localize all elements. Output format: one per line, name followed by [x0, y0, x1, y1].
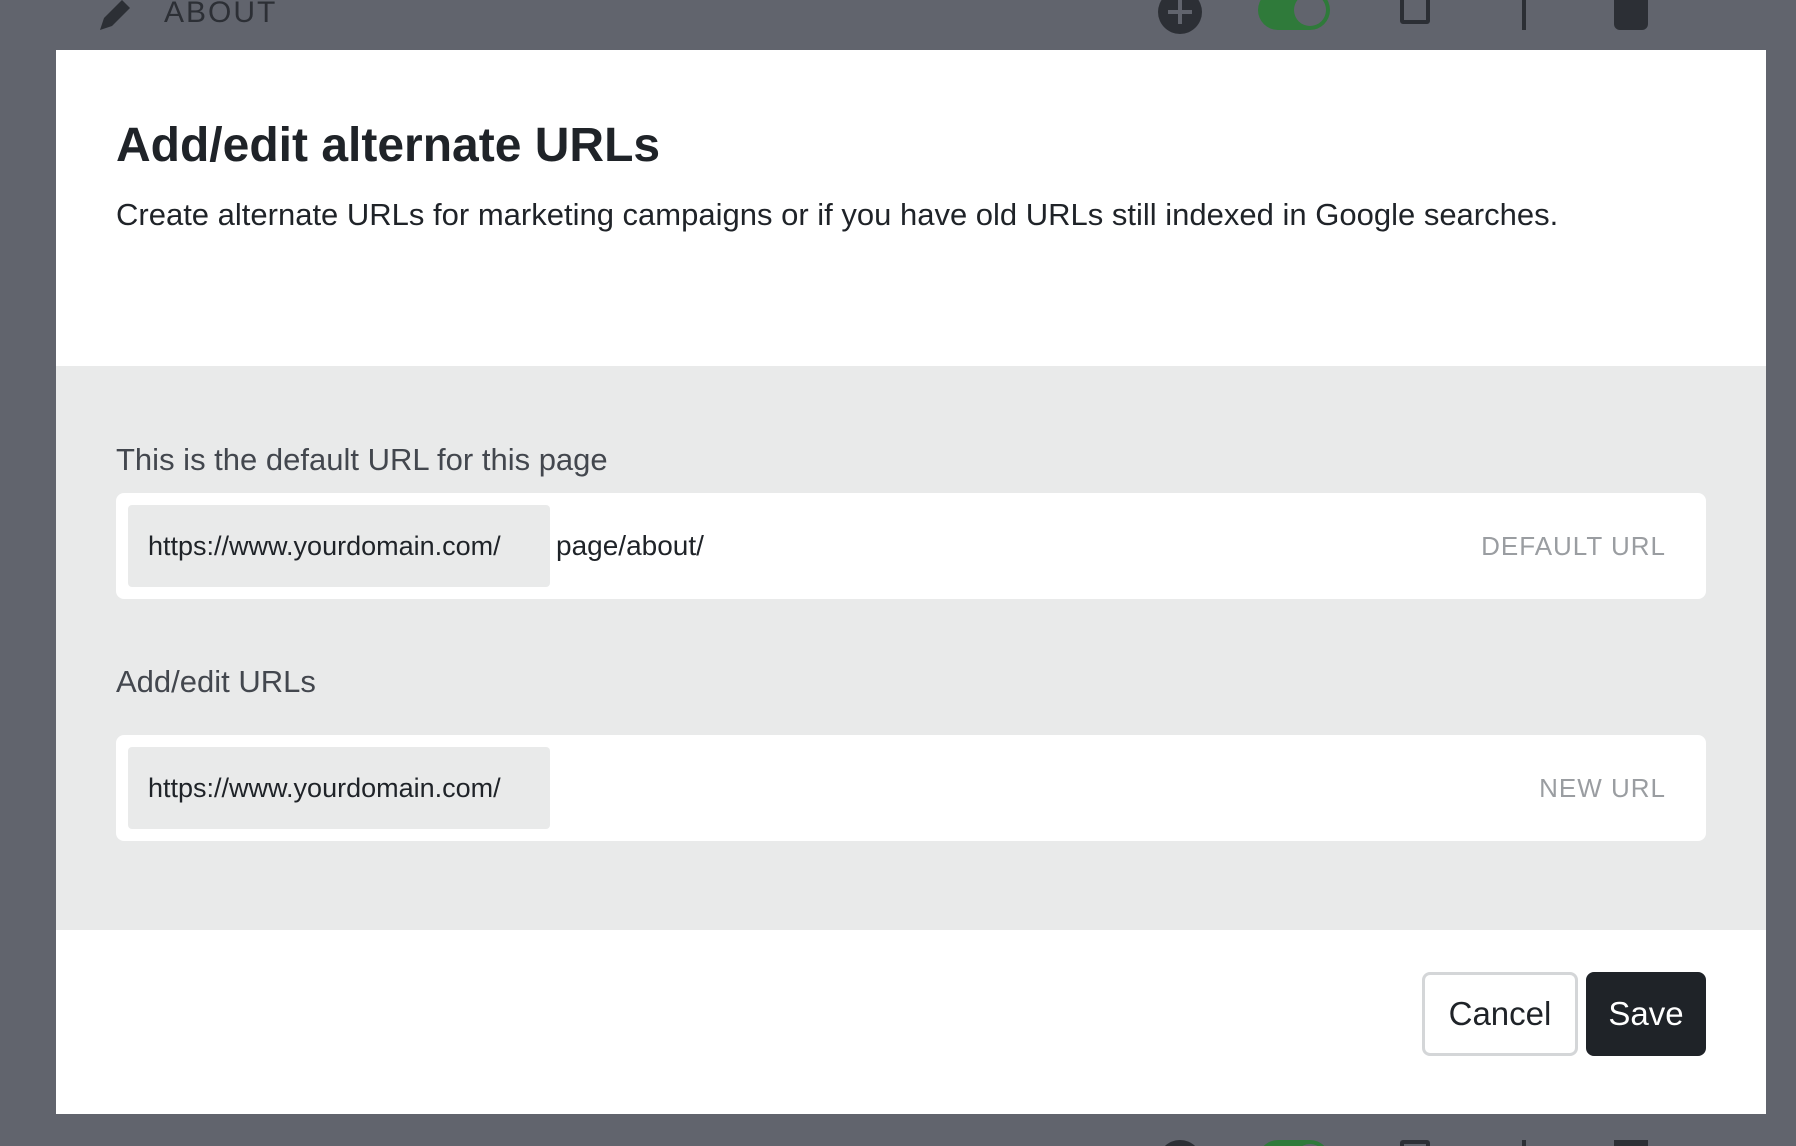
duplicate-icon — [1400, 1140, 1430, 1146]
add-icon — [1158, 0, 1202, 34]
background-page-row: ABOUT — [0, 0, 1796, 38]
add-edit-urls-label: Add/edit URLs — [116, 664, 316, 699]
default-url-tag: DEFAULT URL — [1481, 531, 1666, 561]
default-url-field: https://www.yourdomain.com/ DEFAULT URL — [116, 493, 1706, 599]
dialog-description: Create alternate URLs for marketing camp… — [116, 197, 1559, 232]
visibility-toggle — [1258, 1140, 1330, 1146]
background-page-row — [0, 1128, 1796, 1146]
dialog-title: Add/edit alternate URLs — [116, 119, 661, 172]
new-url-input[interactable] — [556, 747, 1456, 829]
cancel-button[interactable]: Cancel — [1422, 972, 1578, 1056]
dialog-header: Add/edit alternate URLs Create alternate… — [56, 50, 1766, 366]
dialog-body: This is the default URL for this page ht… — [56, 366, 1766, 930]
page: ABOUT Add/edit alternate URLs Create alt… — [0, 0, 1796, 1146]
pencil-icon — [100, 0, 130, 30]
default-url-input[interactable] — [556, 505, 1456, 587]
background-page-title: ABOUT — [164, 0, 278, 29]
save-button[interactable]: Save — [1586, 972, 1706, 1056]
new-url-tag: NEW URL — [1539, 773, 1666, 803]
download-icon — [1522, 1140, 1526, 1146]
duplicate-icon — [1400, 0, 1430, 24]
visibility-toggle — [1258, 0, 1330, 30]
add-icon — [1158, 1140, 1202, 1146]
new-url-prefix: https://www.yourdomain.com/ — [128, 747, 550, 829]
trash-icon — [1614, 0, 1648, 30]
alternate-urls-dialog: Add/edit alternate URLs Create alternate… — [56, 50, 1766, 1114]
download-icon — [1522, 0, 1526, 30]
trash-icon — [1614, 1140, 1648, 1146]
new-url-field: https://www.yourdomain.com/ NEW URL — [116, 735, 1706, 841]
dialog-footer: Cancel Save — [56, 930, 1766, 1114]
default-url-label: This is the default URL for this page — [116, 442, 608, 477]
default-url-prefix: https://www.yourdomain.com/ — [128, 505, 550, 587]
